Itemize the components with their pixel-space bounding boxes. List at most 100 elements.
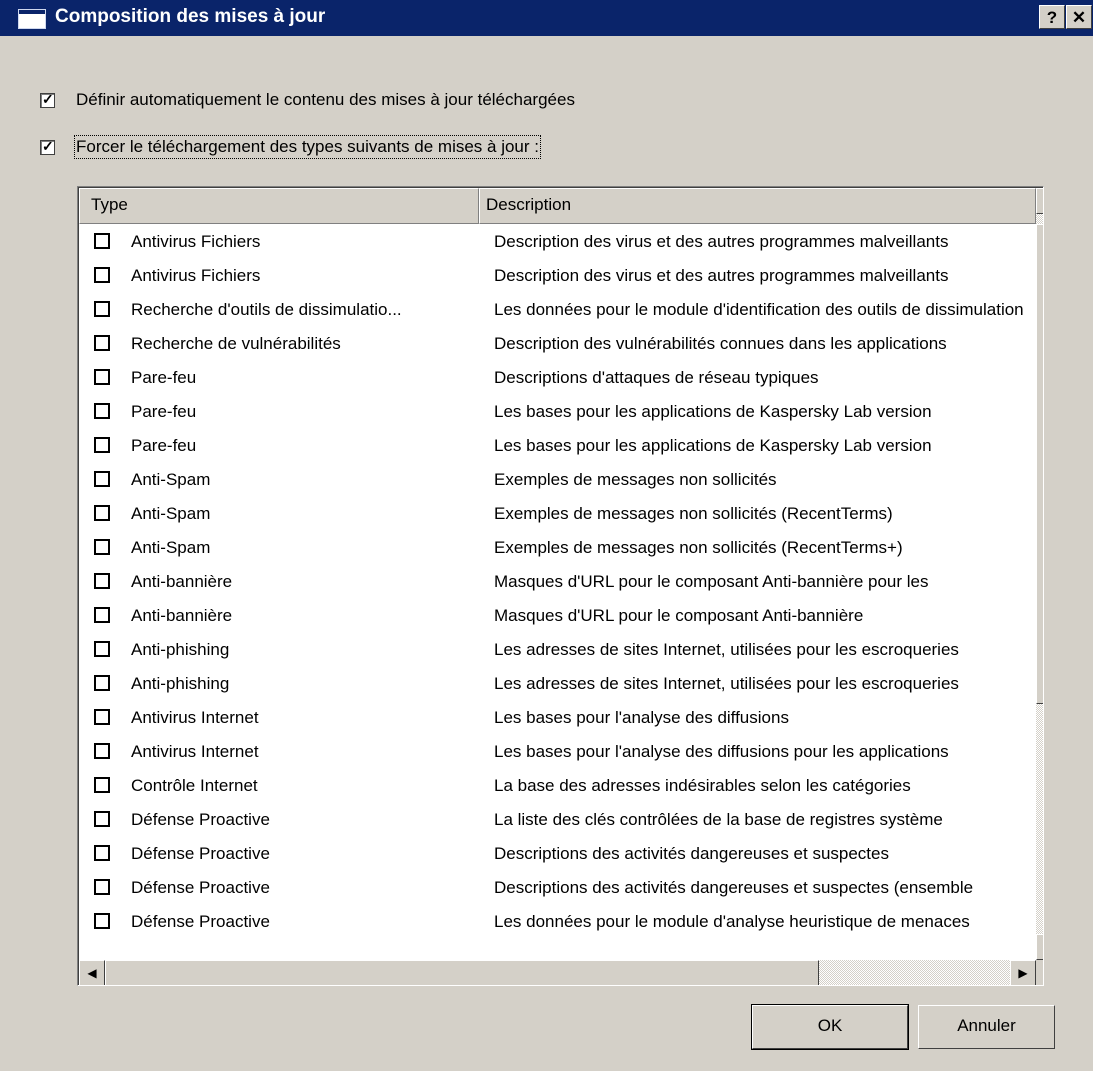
row-checkbox[interactable] (94, 743, 110, 759)
row-type: Antivirus Internet (131, 742, 259, 761)
table-row[interactable]: Défense Proactive Descriptions des activi… (79, 837, 1034, 871)
row-checkbox[interactable] (94, 879, 110, 895)
row-description: Exemples de messages non sollicités (Rec… (494, 504, 893, 523)
window-title: Composition des mises à jour (55, 6, 326, 27)
row-description: Description des virus et des autres prog… (494, 232, 949, 251)
close-button[interactable]: ✕ (1066, 5, 1092, 29)
row-description: La liste des clés contrôlées de la base … (494, 810, 943, 829)
horizontal-scrollbar[interactable]: ◀ ▶ (79, 960, 1036, 985)
row-checkbox[interactable] (94, 505, 110, 521)
table-row[interactable]: Recherche de vulnérabilités Description d… (79, 327, 1034, 361)
table-row[interactable]: Antivirus Fichiers Description des virus … (79, 225, 1034, 259)
ok-button[interactable]: OK (751, 1004, 909, 1050)
horizontal-scroll-thumb[interactable] (105, 960, 819, 985)
table-row[interactable]: Anti-bannière Masques d'URL pour le compo… (79, 565, 1034, 599)
row-type: Anti-Spam (131, 470, 211, 489)
row-checkbox[interactable] (94, 845, 110, 861)
table-row[interactable]: Recherche d'outils de dissimulatio... Les… (79, 293, 1034, 327)
window-icon (18, 9, 46, 29)
force-download-checkbox[interactable]: ✓ (40, 138, 55, 155)
row-description: La base des adresses indésirables selon … (494, 776, 911, 795)
row-checkbox[interactable] (94, 607, 110, 623)
row-checkbox[interactable] (94, 233, 110, 249)
row-type: Antivirus Fichiers (131, 232, 261, 251)
table-row[interactable]: Défense Proactive La liste des clés contr… (79, 803, 1034, 837)
row-description: Description des virus et des autres prog… (494, 266, 949, 285)
title-bar[interactable]: Composition des mises à jour ? ✕ (0, 0, 1093, 36)
row-description: Description des vulnérabilités connues d… (494, 334, 947, 353)
table-row[interactable]: Pare-feu Les bases pour les applications … (79, 395, 1034, 429)
table-row[interactable]: Anti-Spam Exemples de messages non sollic… (79, 531, 1034, 565)
row-type: Défense Proactive (131, 844, 270, 863)
scroll-down-button[interactable]: ▼ (1036, 934, 1044, 960)
cancel-button[interactable]: Annuler (918, 1005, 1055, 1049)
row-checkbox[interactable] (94, 335, 110, 351)
row-type: Recherche d'outils de dissimulatio... (131, 300, 402, 319)
checkmark-icon: ✓ (42, 91, 54, 107)
arrow-right-icon: ▶ (1018, 966, 1028, 980)
help-button[interactable]: ? (1039, 5, 1065, 29)
row-description: Exemples de messages non sollicités (Rec… (494, 538, 903, 557)
table-row[interactable]: Anti-Spam Exemples de messages non sollic… (79, 463, 1034, 497)
update-types-list[interactable]: Type Description Antivirus Fichiers Descr… (77, 186, 1044, 986)
row-checkbox[interactable] (94, 675, 110, 691)
table-row[interactable]: Défense Proactive Les données pour le mod… (79, 905, 1034, 939)
row-type: Anti-phishing (131, 674, 230, 693)
row-checkbox[interactable] (94, 369, 110, 385)
table-row[interactable]: Anti-phishing Les adresses de sites Inter… (79, 667, 1034, 701)
row-type: Recherche de vulnérabilités (131, 334, 341, 353)
auto-define-label[interactable]: Définir automatiquement le contenu des m… (76, 90, 575, 110)
row-description: Les bases pour les applications de Kaspe… (494, 436, 932, 455)
row-description: Masques d'URL pour le composant Anti-ban… (494, 606, 864, 625)
row-description: Les données pour le module d'analyse heu… (494, 912, 970, 931)
vertical-scrollbar[interactable]: ▲ ▼ (1036, 188, 1044, 960)
row-checkbox[interactable] (94, 301, 110, 317)
row-checkbox[interactable] (94, 539, 110, 555)
row-description: Les bases pour l'analyse des diffusions … (494, 742, 949, 761)
row-description: Masques d'URL pour le composant Anti-ban… (494, 572, 929, 591)
row-checkbox[interactable] (94, 437, 110, 453)
row-description: Exemples de messages non sollicités (494, 470, 777, 489)
table-row[interactable]: Pare-feu Descriptions d'attaques de résea… (79, 361, 1034, 395)
table-row[interactable]: Antivirus Internet Les bases pour l'analy… (79, 735, 1034, 769)
vertical-scroll-thumb[interactable] (1036, 224, 1043, 704)
row-type: Défense Proactive (131, 810, 270, 829)
row-type: Anti-bannière (131, 606, 233, 625)
row-type: Pare-feu (131, 368, 197, 387)
scroll-right-button[interactable]: ▶ (1010, 960, 1036, 985)
table-row[interactable]: Antivirus Internet Les bases pour l'analy… (79, 701, 1034, 735)
table-row[interactable]: Défense Proactive Descriptions des activi… (79, 871, 1034, 905)
row-checkbox[interactable] (94, 777, 110, 793)
column-header-type[interactable]: Type (79, 188, 479, 224)
list-rows: Antivirus Fichiers Description des virus … (79, 224, 1034, 960)
row-checkbox[interactable] (94, 471, 110, 487)
scrollbar-corner (1036, 960, 1043, 985)
row-checkbox[interactable] (94, 573, 110, 589)
table-row[interactable]: Anti-phishing Les adresses de sites Inter… (79, 633, 1034, 667)
table-row[interactable]: Anti-bannière Masques d'URL pour le compo… (79, 599, 1034, 633)
table-row[interactable]: Pare-feu Les bases pour les applications … (79, 429, 1034, 463)
scroll-left-button[interactable]: ◀ (79, 960, 105, 985)
row-description: Les bases pour les applications de Kaspe… (494, 402, 932, 421)
row-type: Défense Proactive (131, 878, 270, 897)
table-row[interactable]: Anti-Spam Exemples de messages non sollic… (79, 497, 1034, 531)
row-description: Descriptions d'attaques de réseau typiqu… (494, 368, 819, 387)
column-header-description[interactable]: Description (479, 188, 1036, 224)
row-checkbox[interactable] (94, 811, 110, 827)
arrow-down-icon: ▼ (1043, 940, 1044, 954)
row-checkbox[interactable] (94, 913, 110, 929)
row-type: Défense Proactive (131, 912, 270, 931)
table-row[interactable]: Antivirus Fichiers Description des virus … (79, 259, 1034, 293)
scroll-up-button[interactable]: ▲ (1036, 188, 1043, 214)
row-checkbox[interactable] (94, 641, 110, 657)
row-type: Anti-Spam (131, 504, 211, 523)
row-checkbox[interactable] (94, 403, 110, 419)
table-row[interactable]: Contrôle Internet La base des adresses i… (79, 769, 1034, 803)
auto-define-checkbox[interactable]: ✓ (40, 91, 55, 108)
row-checkbox[interactable] (94, 709, 110, 725)
row-checkbox[interactable] (94, 267, 110, 283)
force-download-label[interactable]: Forcer le téléchargement des types suiva… (74, 135, 541, 159)
checkmark-icon: ✓ (42, 138, 54, 154)
row-description: Les adresses de sites Internet, utilisée… (494, 640, 959, 659)
row-type: Pare-feu (131, 436, 197, 455)
